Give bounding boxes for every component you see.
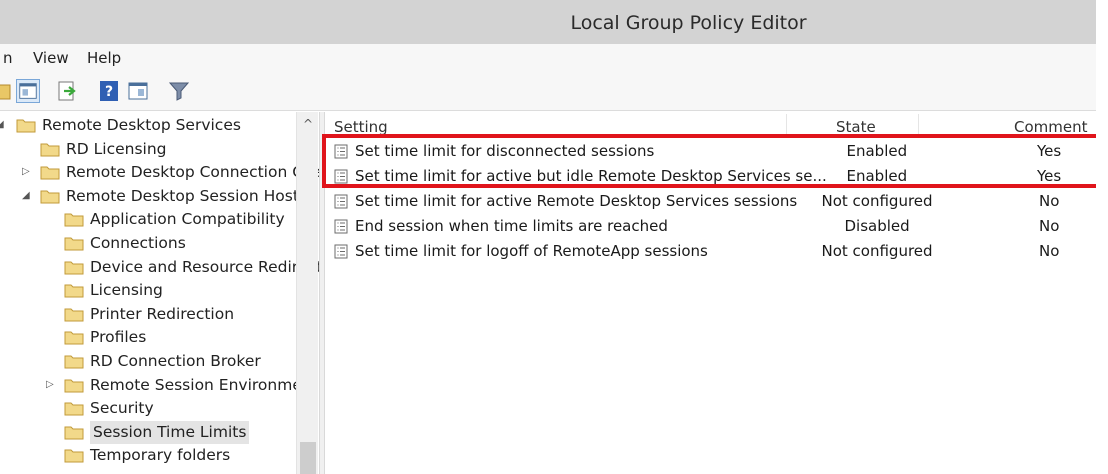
tree-item-label: Security [90, 399, 154, 418]
folder-icon [64, 308, 84, 322]
folder-icon [64, 237, 84, 251]
folder-icon [64, 449, 84, 463]
window-title: Local Group Policy Editor [570, 12, 807, 34]
tree-item-label: Remote Desktop Session Host [66, 186, 299, 205]
policy-row[interactable]: Set time limit for active Remote Desktop… [326, 189, 1096, 214]
console-tree-icon[interactable] [16, 79, 40, 103]
tree-item[interactable]: Profiles [0, 326, 300, 349]
folder-icon [64, 213, 84, 227]
tree-item[interactable]: Application Compatibility [0, 208, 300, 231]
export-icon[interactable] [55, 79, 79, 103]
tree-item-label: Remote Session Environment [90, 375, 318, 394]
folder-icon[interactable] [0, 79, 12, 103]
tree-item-label: Licensing [90, 281, 163, 300]
tree-item[interactable]: Session Time Limits [0, 420, 300, 444]
menu-view[interactable]: View [33, 47, 69, 69]
setting-name: Set time limit for active Remote Desktop… [355, 192, 798, 210]
expand-arrow-icon[interactable]: ▷ [22, 167, 32, 177]
tree-item[interactable]: ▷ Remote Session Environment [0, 374, 318, 397]
folder-icon [40, 166, 60, 180]
folder-icon [64, 331, 84, 345]
help-icon[interactable]: ? [97, 79, 121, 103]
tree-item[interactable]: RD Licensing [0, 138, 300, 161]
highlight-annotation [322, 134, 1102, 188]
scroll-up-arrow-icon[interactable]: ^ [300, 116, 316, 132]
properties-icon[interactable] [126, 79, 150, 103]
page-edge [1096, 0, 1108, 474]
tree-item[interactable]: Licensing [0, 279, 300, 302]
tree-item[interactable]: Printer Redirection [0, 303, 300, 326]
toolbar: ? [0, 71, 1096, 111]
tree-item-label: RD Connection Broker [90, 352, 261, 370]
tree-item[interactable]: ◢ Remote Desktop Services [0, 114, 300, 137]
title-bar: Local Group Policy Editor [0, 0, 1096, 44]
setting-comment: No [1039, 217, 1060, 235]
policy-setting-icon [334, 194, 348, 209]
tree-scrollbar[interactable]: ^ [296, 112, 318, 474]
policy-setting-icon [334, 219, 348, 234]
policy-row[interactable]: End session when time limits are reached… [326, 214, 1096, 239]
tree-item-label: Remote Desktop Connection Clie [66, 163, 320, 182]
folder-icon [64, 284, 84, 298]
svg-text:?: ? [105, 84, 113, 100]
setting-name: End session when time limits are reached [355, 217, 668, 235]
tree-item-label: Device and Resource Redirect [90, 257, 320, 276]
tree-item-label: Printer Redirection [90, 304, 235, 323]
scroll-thumb[interactable] [300, 442, 316, 474]
folder-icon [64, 261, 84, 275]
tree-item-label: Remote Desktop Services [42, 116, 241, 134]
folder-icon [16, 119, 36, 133]
tree-item[interactable]: Device and Resource Redirect [0, 256, 320, 279]
expand-arrow-icon[interactable]: ▷ [46, 379, 56, 390]
folder-icon [64, 402, 84, 416]
tree-item-label: Profiles [90, 328, 147, 347]
tree-item-label: RD Licensing [66, 139, 167, 158]
tree-item-label: Connections [90, 234, 186, 252]
folder-icon [64, 355, 84, 369]
tree-item-label: Temporary folders [90, 446, 231, 465]
policy-row[interactable]: Set time limit for logoff of RemoteApp s… [326, 239, 1096, 264]
folder-icon [64, 426, 84, 440]
collapse-arrow-icon[interactable]: ◢ [0, 120, 6, 130]
tree-item-label: Session Time Limits [90, 420, 250, 444]
setting-state: Not configured [821, 192, 933, 210]
menu-action[interactable]: n [3, 47, 13, 69]
folder-icon [40, 190, 60, 204]
menu-help[interactable]: Help [87, 47, 121, 69]
folder-icon [64, 379, 84, 393]
tree-item-label: Application Compatibility [90, 210, 285, 229]
tree-item[interactable]: Connections [0, 232, 300, 255]
setting-comment: No [1039, 192, 1060, 210]
console-tree: ◢ Remote Desktop Services RD Licensing ▷ Rem… [0, 112, 320, 474]
menu-bar: n View Help [0, 44, 1096, 71]
tree-item[interactable]: ◢ Remote Desktop Session Host [0, 185, 300, 208]
tree-item[interactable]: ▷ Remote Desktop Connection Clie [0, 161, 320, 184]
setting-state: Disabled [844, 217, 910, 235]
collapse-arrow-icon[interactable]: ◢ [22, 190, 32, 201]
tree-item[interactable]: Security [0, 397, 300, 420]
setting-name: Set time limit for logoff of RemoteApp s… [355, 242, 708, 260]
setting-state: Not configured [821, 242, 933, 260]
filter-icon[interactable] [167, 79, 191, 103]
setting-comment: No [1039, 242, 1060, 260]
policy-setting-icon [334, 244, 348, 259]
folder-icon [40, 143, 60, 157]
tree-item[interactable]: Temporary folders [0, 444, 300, 467]
tree-item[interactable]: RD Connection Broker [0, 350, 300, 373]
